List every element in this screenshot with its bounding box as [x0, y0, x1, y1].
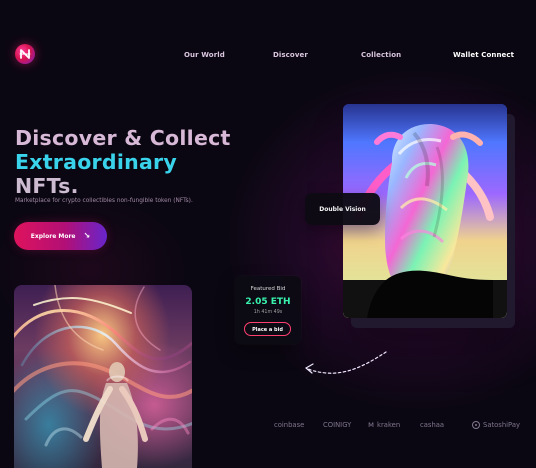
explore-more-button[interactable]: Explore More ↘	[14, 222, 107, 250]
nav-our-world-link[interactable]: Our World	[184, 51, 225, 59]
partner-coinbase-label: coinbase	[274, 421, 305, 429]
partner-kraken-logo: ᴍ kraken	[368, 420, 401, 430]
double-vision-label-card[interactable]: Double Vision	[305, 193, 380, 225]
featured-bid-panel: Featured Bid 2.05 ETH 1h 41m 49s Place a…	[235, 276, 301, 344]
explore-more-label: Explore More	[30, 232, 76, 240]
arrow-down-right-icon: ↘	[83, 231, 91, 240]
left-artwork-image	[14, 285, 192, 468]
partner-coinigy-logo: COINIGY	[323, 421, 351, 429]
partner-satoshipay-logo: SatoshiPay	[472, 421, 520, 429]
hero-subtitle: Marketplace for crypto collectibles non-…	[15, 198, 193, 204]
hero-title: Discover & Collect Extraordinary NFTs.	[15, 126, 310, 198]
nav-discover-link[interactable]: Discover	[273, 51, 308, 59]
partner-coinigy-label: COINIGY	[323, 421, 352, 429]
hero-title-line-3: NFTs.	[15, 173, 79, 198]
partner-cashaa-logo: cashaa	[420, 421, 444, 429]
kraken-icon: ᴍ	[368, 420, 375, 429]
partner-kraken-label: kraken	[377, 421, 401, 429]
curved-arrow-icon	[305, 351, 387, 374]
nft-marketplace-page: Our World Discover Collection Wallet Con…	[0, 0, 536, 468]
featured-price: 2.05 ETH	[245, 297, 291, 307]
hero-title-line-1: Discover & Collect	[15, 125, 231, 150]
partner-coinbase-logo: coinbase	[274, 421, 304, 429]
top-navigation: Our World Discover Collection Wallet Con…	[0, 51, 536, 63]
left-nft-artwork-card[interactable]	[14, 285, 192, 468]
place-bid-button[interactable]: Place a bid	[244, 322, 291, 336]
partner-satoshipay-label: SatoshiPay	[483, 421, 521, 429]
hero-title-line-2: Extraordinary	[15, 149, 178, 174]
wallet-connect-link[interactable]: Wallet Connect	[453, 51, 514, 59]
satoshipay-icon	[472, 421, 480, 429]
auction-timer: 1h 41m 49s	[253, 310, 283, 315]
nav-collection-link[interactable]: Collection	[361, 51, 401, 59]
partner-cashaa-label: cashaa	[420, 421, 445, 429]
featured-bid-label: Featured Bid	[250, 286, 286, 292]
partners-strip: coinbase COINIGY ᴍ kraken cashaa Satoshi…	[274, 421, 524, 433]
